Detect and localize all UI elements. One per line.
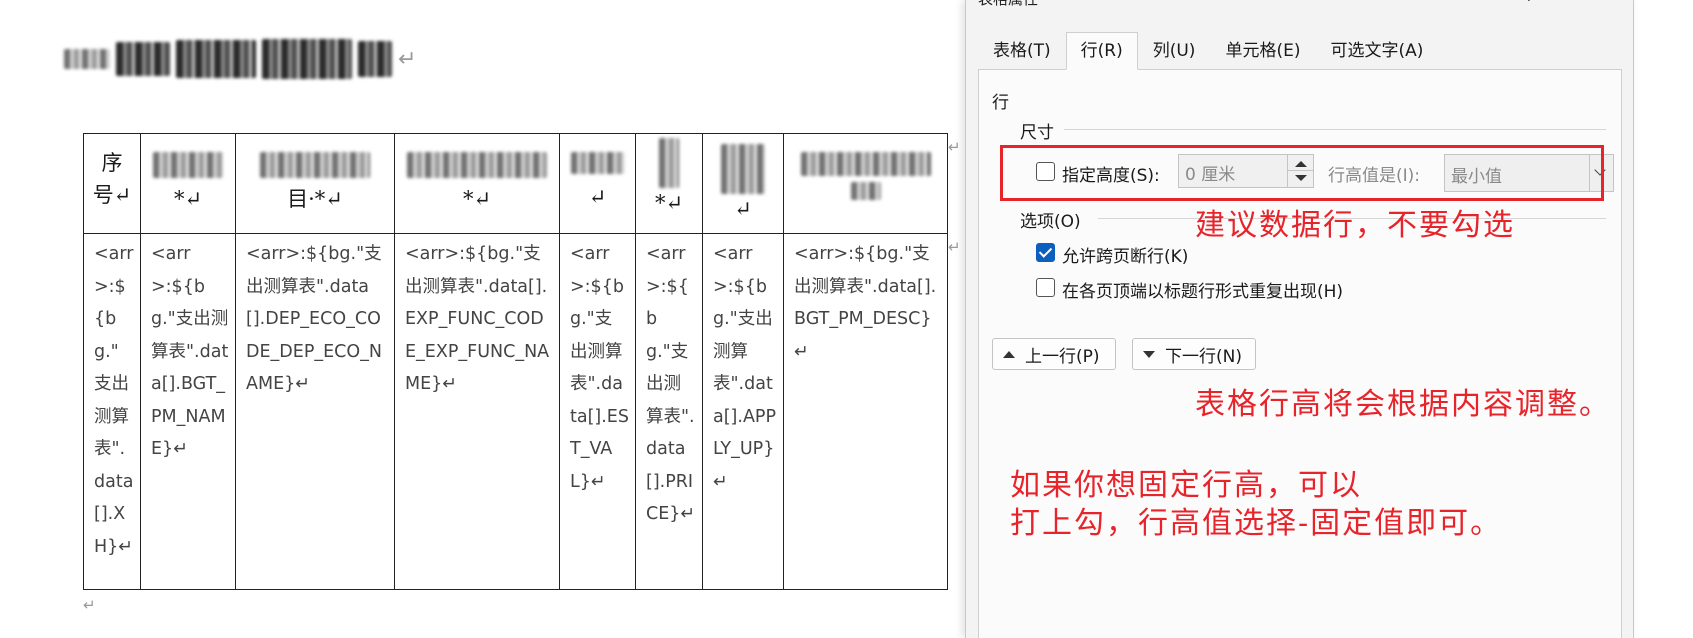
repeat-header-label[interactable]: 在各页顶端以标题行形式重复出现(H): [1062, 277, 1343, 302]
annotation-note-1: 建议数据行，不要勾选: [1195, 208, 1515, 243]
size-section-label: 尺寸: [1020, 123, 1054, 143]
redacted-text: [116, 42, 170, 76]
arrow-down-icon: [1143, 350, 1155, 358]
header-cell[interactable]: *↵: [394, 133, 560, 234]
annotation-note-3-line-1: 如果你想固定行高，可以: [1010, 468, 1362, 503]
paragraph-mark: ↵: [83, 596, 96, 614]
dialog-titlebar: 表格属性 ? ✕: [966, 0, 1633, 8]
redacted-text: [659, 138, 679, 188]
header-cell[interactable]: 目·*↵: [235, 133, 395, 234]
tab-column[interactable]: 列(U): [1138, 32, 1211, 70]
header-cell[interactable]: [783, 133, 948, 234]
table-cell[interactable]: <arr>:${bg."支出测算表".data[].EXP_FUNC_CODE_…: [394, 233, 560, 590]
arrow-up-icon: [1003, 350, 1015, 358]
table-cell[interactable]: <arr>:${bg."支出测算表".data[].APPLY_UP}↵: [702, 233, 784, 590]
redacted-text: [358, 41, 392, 77]
row-end-mark: ↵: [948, 138, 961, 156]
document-canvas[interactable]: ↵ 序 号↵ *↵ 目·*↵ *↵ ↵ *↵ ↵ <arr>:${bg."支出测…: [0, 0, 965, 638]
dialog-title: 表格属性: [978, 0, 1038, 9]
header-cell[interactable]: *↵: [140, 133, 236, 234]
row-heading: 行: [992, 93, 1009, 113]
tab-table[interactable]: 表格(T): [978, 32, 1066, 70]
table-cell[interactable]: <arr>:${bg."支出测算表".data[].PRICE}↵: [635, 233, 703, 590]
redacted-text: [721, 144, 765, 194]
table-cell[interactable]: <arr>:${bg."支出测算表".data[].DEP_ECO_CODE_D…: [235, 233, 395, 590]
table-cell[interactable]: <arr>:${bg."支出测算表".data[].BGT_PM_NAME}↵: [140, 233, 236, 590]
document-title: ↵: [64, 34, 416, 84]
close-button[interactable]: ✕: [1583, 0, 1597, 6]
table-header-row: 序 号↵ *↵ 目·*↵ *↵ ↵ *↵ ↵: [83, 133, 948, 234]
header-cell[interactable]: *↵: [635, 133, 703, 234]
annotation-note-2: 表格行高将会根据内容调整。: [1195, 387, 1611, 422]
divider: [1064, 129, 1606, 130]
table-row: <arr>:${bg."支出测算表".data[].XH}↵ <arr>:${b…: [83, 233, 948, 590]
header-cell[interactable]: 序 号↵: [83, 133, 141, 234]
allow-break-label[interactable]: 允许跨页断行(K): [1062, 242, 1188, 267]
redacted-text: [800, 152, 931, 176]
previous-row-button[interactable]: 上一行(P): [992, 338, 1116, 370]
redacted-text: [260, 152, 370, 178]
redacted-text: [176, 40, 256, 78]
tab-row[interactable]: 行(R): [1065, 32, 1138, 70]
annotation-note-3-line-2: 打上勾，行高值选择-固定值即可。: [1010, 506, 1503, 541]
redacted-text: [850, 182, 881, 200]
header-cell[interactable]: ↵: [702, 133, 784, 234]
row-end-mark: ↵: [948, 238, 961, 256]
next-row-button[interactable]: 下一行(N): [1132, 338, 1256, 370]
redacted-text: [64, 49, 110, 69]
report-table[interactable]: 序 号↵ *↵ 目·*↵ *↵ ↵ *↵ ↵ <arr>:${bg."支出测算表…: [83, 133, 948, 590]
redacted-text: [570, 152, 625, 174]
table-cell[interactable]: <arr>:${bg."支出测算表".data[].EST_VAL}↵: [559, 233, 636, 590]
redacted-text: [262, 39, 352, 79]
help-button[interactable]: ?: [1525, 0, 1533, 4]
redacted-text: [407, 152, 547, 178]
repeat-header-checkbox[interactable]: [1036, 278, 1055, 297]
allow-break-checkbox[interactable]: [1036, 243, 1055, 262]
tab-cell[interactable]: 单元格(E): [1210, 32, 1315, 70]
dialog-tabs: 表格(T) 行(R) 列(U) 单元格(E) 可选文字(A): [978, 32, 1438, 70]
highlight-box: [1000, 145, 1604, 201]
paragraph-mark: ↵: [398, 46, 417, 72]
header-cell[interactable]: ↵: [559, 133, 636, 234]
table-cell[interactable]: <arr>:${bg."支出测算表".data[].XH}↵: [83, 233, 141, 590]
tab-alt-text[interactable]: 可选文字(A): [1315, 32, 1438, 70]
options-section-label: 选项(O): [1020, 212, 1081, 232]
table-cell[interactable]: <arr>:${bg."支出测算表".data[].BGT_PM_DESC}↵: [783, 233, 948, 590]
redacted-text: [153, 152, 223, 178]
